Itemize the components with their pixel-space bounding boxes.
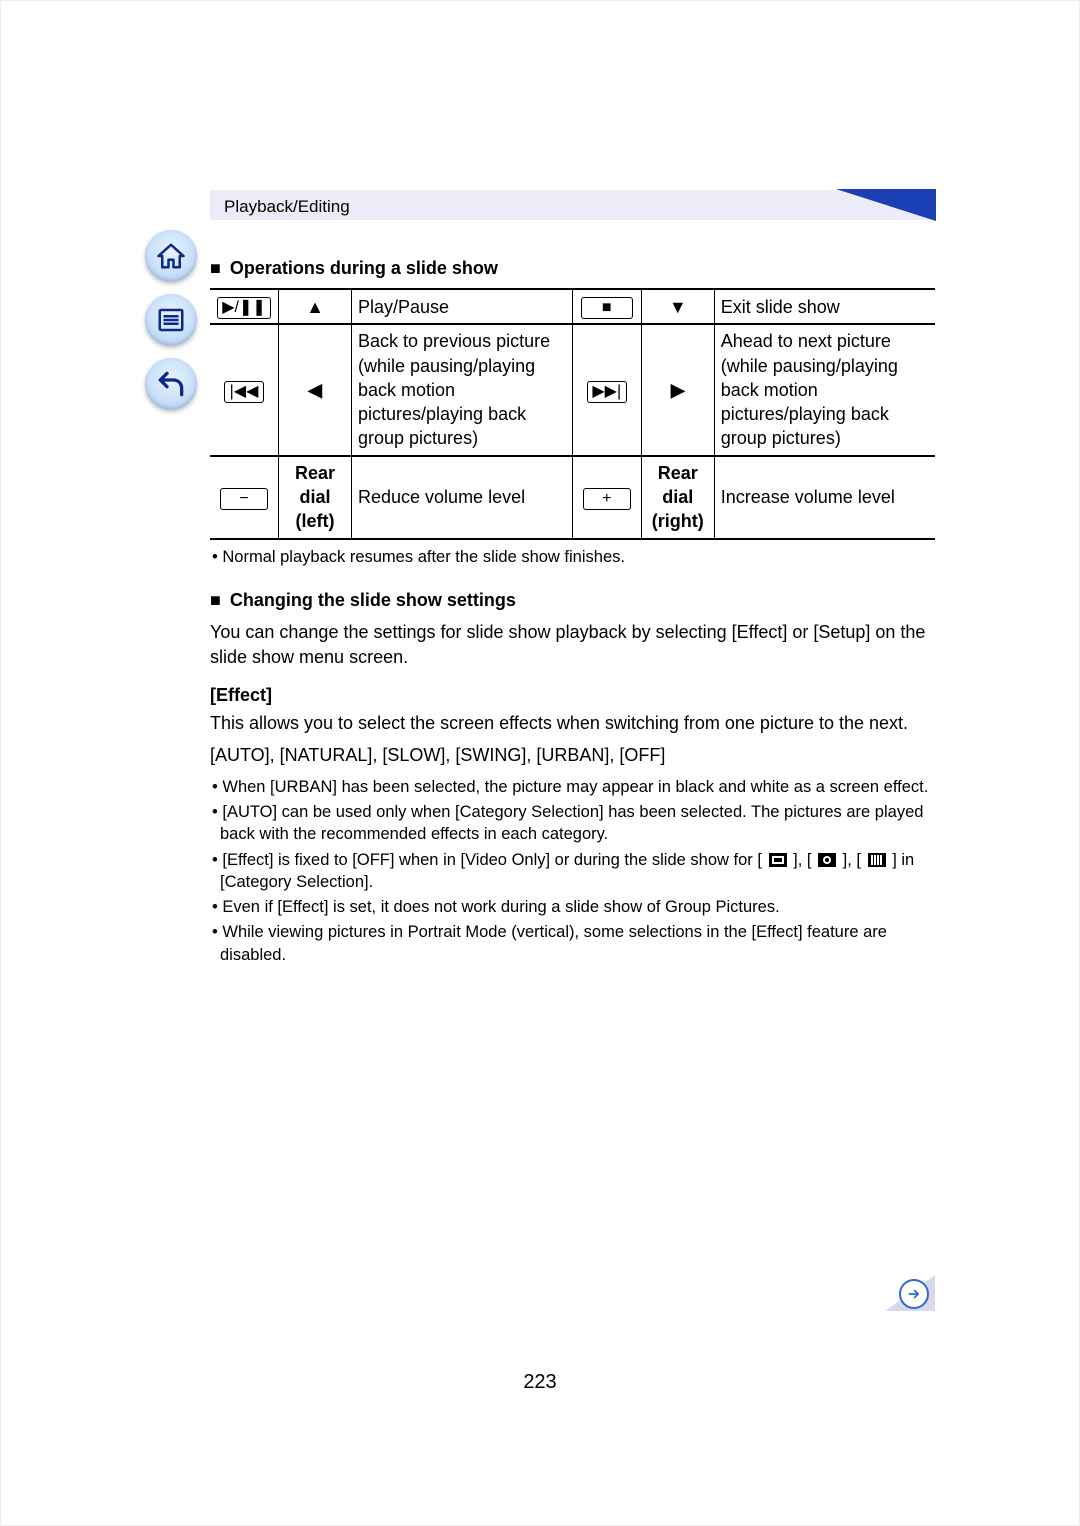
cell: Increase volume level [714, 456, 935, 539]
effect-notes: When [URBAN] has been selected, the pict… [212, 776, 935, 966]
stop-icon: ■ [581, 297, 633, 319]
settings-intro: You can change the settings for slide sh… [210, 620, 935, 669]
bullet-text-part: ], [ [843, 851, 861, 869]
header-corner [836, 189, 936, 221]
list-item: Even if [Effect] is set, it does not wor… [212, 896, 935, 918]
up-arrow-icon: ▲ [306, 297, 324, 317]
cell: Exit slide show [714, 289, 935, 324]
next-circle [899, 1279, 929, 1309]
list-item: While viewing pictures in Portrait Mode … [212, 921, 935, 966]
effect-label: [Effect] [210, 683, 935, 707]
home-button[interactable] [145, 230, 197, 282]
table-row: ▶/❚❚ ▲ Play/Pause ■ ▼ Exit slide show [210, 289, 935, 324]
settings-heading: Changing the slide show settings [210, 588, 935, 612]
nav-column [145, 230, 205, 422]
arrow-right-icon [907, 1287, 921, 1301]
bullet-text-part: ], [ [793, 851, 811, 869]
cell: Ahead to next picture (while pausing/pla… [714, 324, 935, 455]
back-button[interactable] [145, 358, 197, 410]
page-number: 223 [0, 1369, 1080, 1396]
effect-options: [AUTO], [NATURAL], [SLOW], [SWING], [URB… [210, 743, 935, 767]
breadcrumb: Playback/Editing [224, 196, 350, 219]
bullet-text-part: [Effect] is fixed to [OFF] when in [Vide… [222, 851, 762, 869]
minus-icon: − [220, 488, 268, 510]
play-pause-icon: ▶/❚❚ [217, 297, 271, 319]
home-icon [156, 241, 186, 271]
category-icon-2 [818, 853, 836, 867]
right-arrow-icon: ▶ [671, 380, 685, 400]
toc-button[interactable] [145, 294, 197, 346]
page: Playback/Editing Operations during a sli… [0, 0, 1080, 1526]
plus-icon: + [583, 488, 631, 510]
category-icon-1 [769, 853, 787, 867]
operations-table: ▶/❚❚ ▲ Play/Pause ■ ▼ Exit slide show |◀… [210, 288, 935, 539]
prev-track-icon: |◀◀ [224, 381, 264, 403]
cell: Back to previous picture (while pausing/… [352, 324, 573, 455]
ops-footnote-text: Normal playback resumes after the slide … [222, 548, 625, 566]
toc-icon [156, 305, 186, 335]
rear-dial-left-label: Rear dial (left) [279, 456, 352, 539]
cell: Play/Pause [352, 289, 573, 324]
list-item: [AUTO] can be used only when [Category S… [212, 801, 935, 846]
next-page-button[interactable] [885, 1275, 935, 1311]
list-item: When [URBAN] has been selected, the pict… [212, 776, 935, 798]
rear-dial-right-label: Rear dial (right) [641, 456, 714, 539]
back-icon [155, 368, 187, 400]
category-icon-3 [868, 853, 886, 867]
table-row: |◀◀ ◀ Back to previous picture (while pa… [210, 324, 935, 455]
next-track-icon: ▶▶| [587, 381, 627, 403]
effect-intro: This allows you to select the screen eff… [210, 711, 935, 735]
list-item: [Effect] is fixed to [OFF] when in [Vide… [212, 849, 935, 894]
ops-heading: Operations during a slide show [210, 256, 935, 280]
table-row: − Rear dial (left) Reduce volume level +… [210, 456, 935, 539]
section-header: Playback/Editing [210, 190, 935, 220]
left-arrow-icon: ◀ [308, 380, 322, 400]
down-arrow-icon: ▼ [669, 297, 687, 317]
cell: Reduce volume level [352, 456, 573, 539]
ops-footnote: • Normal playback resumes after the slid… [212, 546, 935, 568]
content-area: Operations during a slide show ▶/❚❚ ▲ Pl… [210, 250, 935, 969]
